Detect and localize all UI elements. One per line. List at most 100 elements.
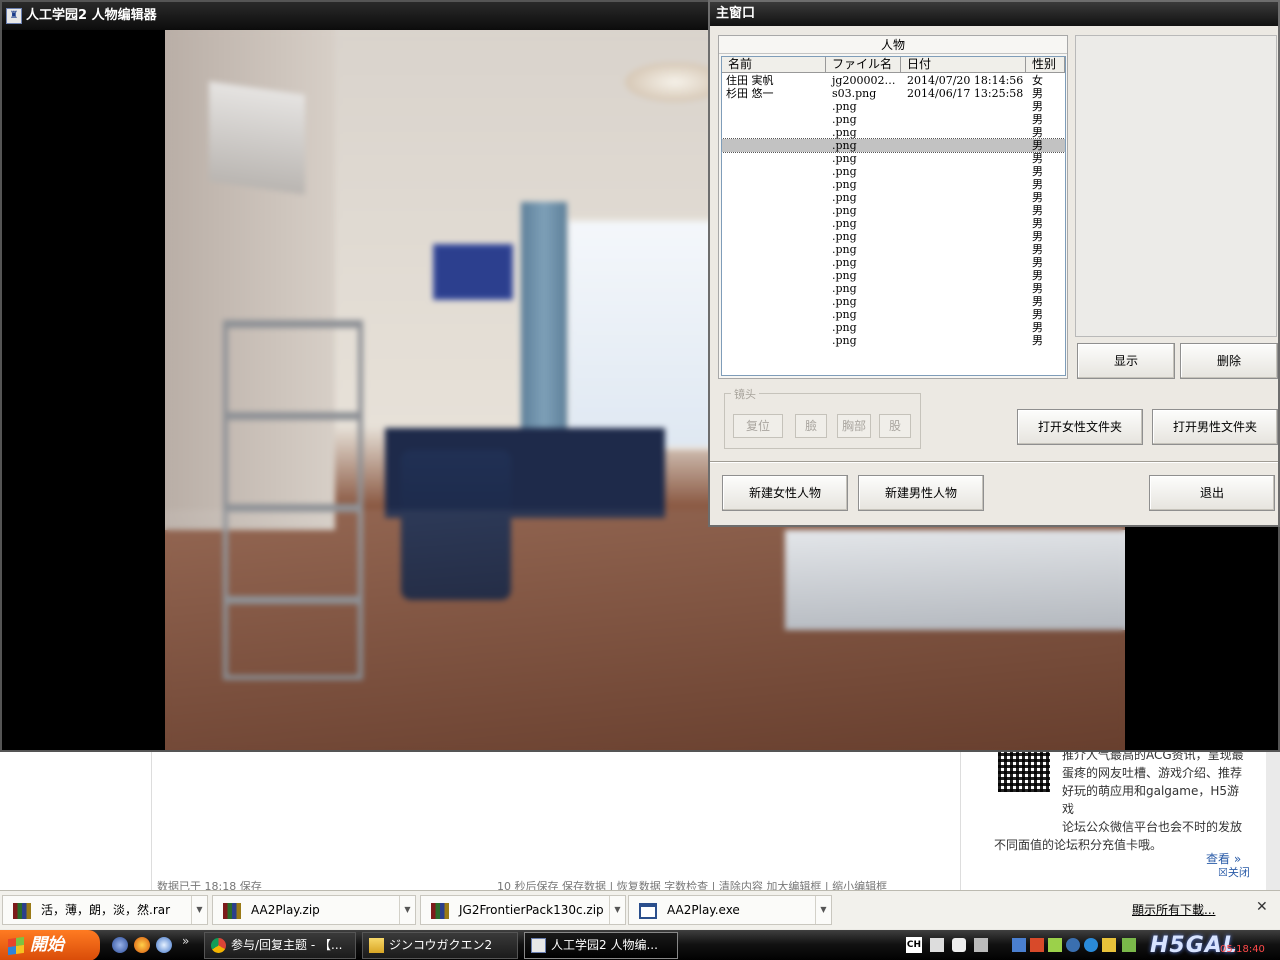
language-indicator[interactable]: CH <box>906 937 922 953</box>
taskbar-clock[interactable]: 05:18:40 <box>1220 944 1265 955</box>
table-row[interactable]: .png 男 <box>722 126 1065 139</box>
table-row[interactable]: .png 男 <box>722 152 1065 165</box>
page-scrollbar[interactable] <box>1266 750 1280 890</box>
camera-group: 镜头 复位 臉 胸部 股 <box>724 386 921 449</box>
cell-date <box>901 126 1026 139</box>
table-row[interactable]: .png 男 <box>722 308 1065 321</box>
cell-filename: .png <box>832 178 857 191</box>
show-button[interactable]: 显示 <box>1077 343 1175 379</box>
new-male-character-button[interactable]: 新建男性人物 <box>858 475 984 511</box>
download-item[interactable]: JG2FrontierPack130c.zip ▼ <box>420 895 626 925</box>
cell-filename: .png <box>832 230 857 243</box>
cell-date <box>901 295 1026 308</box>
cell-name <box>722 308 826 321</box>
table-row[interactable]: .png 男 <box>722 204 1065 217</box>
cell-filename: .png <box>832 139 857 152</box>
dialog-divider <box>710 461 1278 463</box>
download-item[interactable]: AA2Play.zip ▼ <box>212 895 416 925</box>
cell-name <box>722 139 826 152</box>
table-row[interactable]: .png 男 <box>722 178 1065 191</box>
rar-archive-icon <box>431 903 449 919</box>
quick-launch-more-icon[interactable]: » <box>182 934 189 948</box>
taskbar-item-browser[interactable]: 参与/回复主题 - 【... <box>204 932 356 959</box>
character-list[interactable]: 名前 ファイル名 日付 性别 住田 実帆 jg2000020... 2014/07/… <box>721 56 1066 376</box>
taskbar-item-folder[interactable]: ジンコウガクエン2 <box>362 932 518 959</box>
table-row[interactable]: 住田 実帆 jg2000020... 2014/07/20 18:14:56 女 <box>722 74 1065 87</box>
table-row[interactable]: .png 男 <box>722 295 1065 308</box>
table-row[interactable]: .png 男 <box>722 321 1065 334</box>
table-row[interactable]: .png 男 <box>722 243 1065 256</box>
camera-crotch-button[interactable]: 股 <box>879 414 911 438</box>
promo-line: 论坛公众微信平台也会不时的发放 <box>1062 820 1243 834</box>
table-row[interactable]: .png 男 <box>722 138 1065 153</box>
table-row[interactable]: .png 男 <box>722 165 1065 178</box>
keyboard-icon[interactable] <box>930 938 944 952</box>
network-icon[interactable] <box>1012 938 1026 952</box>
download-item[interactable]: AA2Play.exe ▼ <box>628 895 832 925</box>
taskbar-item-editor[interactable]: 人工学园2 人物编... <box>524 932 678 959</box>
cell-filename: .png <box>832 256 857 269</box>
tray-app-icon[interactable] <box>1048 938 1062 952</box>
table-row[interactable]: .png 男 <box>722 334 1065 347</box>
cell-sex: 男 <box>1032 204 1043 217</box>
table-row[interactable]: .png 男 <box>722 217 1065 230</box>
tray-app-icon[interactable] <box>1030 938 1044 952</box>
table-row[interactable]: .png 男 <box>722 256 1065 269</box>
bluetooth-icon[interactable] <box>1066 938 1080 952</box>
reply-editor[interactable]: 数据已于 18:18 保存 10 秒后保存 保存数据 | 恢复数据 字数检查 |… <box>153 750 961 890</box>
cell-name <box>722 256 826 269</box>
new-female-character-button[interactable]: 新建女性人物 <box>722 475 848 511</box>
cell-sex: 男 <box>1032 139 1043 152</box>
column-header-name[interactable]: 名前 <box>722 57 826 73</box>
page-left-column <box>0 750 152 890</box>
column-header-date[interactable]: 日付 <box>901 57 1026 73</box>
cell-date <box>901 217 1026 230</box>
table-row[interactable]: .png 男 <box>722 113 1065 126</box>
help-icon[interactable] <box>952 938 966 952</box>
ime-options-icon[interactable] <box>974 938 988 952</box>
chevron-down-icon[interactable]: ▼ <box>191 896 207 924</box>
delete-button[interactable]: 删除 <box>1180 343 1278 379</box>
firefox-icon[interactable] <box>134 937 150 953</box>
open-male-folder-button[interactable]: 打开男性文件夹 <box>1152 409 1278 445</box>
table-row[interactable]: .png 男 <box>722 100 1065 113</box>
chevron-down-icon[interactable]: ▼ <box>609 896 625 924</box>
cell-name <box>722 113 826 126</box>
windows-logo-icon <box>8 936 24 956</box>
cell-filename: .png <box>832 269 857 282</box>
table-row[interactable]: .png 男 <box>722 269 1065 282</box>
table-row[interactable]: .png 男 <box>722 282 1065 295</box>
table-row[interactable]: .png 男 <box>722 191 1065 204</box>
cell-name <box>722 230 826 243</box>
camera-reset-button[interactable]: 复位 <box>733 414 783 438</box>
cell-name <box>722 217 826 230</box>
folder-icon <box>369 938 384 953</box>
column-header-filename[interactable]: ファイル名 <box>826 57 901 73</box>
main-dialog-title-bar[interactable]: 主窗口 <box>710 2 1278 26</box>
open-female-folder-button[interactable]: 打开女性文件夹 <box>1017 409 1143 445</box>
camera-chest-button[interactable]: 胸部 <box>837 414 871 438</box>
table-row[interactable]: .png 男 <box>722 230 1065 243</box>
bottom-area: 活，薄，朗，淡，然.rar ▼ AA2Play.zip ▼ JG2Frontie… <box>0 890 1280 960</box>
download-item[interactable]: 活，薄，朗，淡，然.rar ▼ <box>2 895 208 925</box>
game-app-icon: ♜ <box>6 8 22 24</box>
nvidia-icon[interactable] <box>1122 938 1136 952</box>
cell-filename: .png <box>832 334 857 347</box>
tray-app-icon[interactable] <box>1102 938 1116 952</box>
column-header-sex[interactable]: 性别 <box>1026 57 1065 73</box>
start-button[interactable]: 開始 <box>0 930 100 960</box>
show-all-downloads-link[interactable]: 顯示所有下載... <box>1132 901 1215 918</box>
media-player-icon[interactable] <box>156 937 172 953</box>
editor-actions[interactable]: 10 秒后保存 保存数据 | 恢复数据 字数检查 | 清除内容 加大编辑框 | … <box>497 878 887 890</box>
chevron-down-icon[interactable]: ▼ <box>399 896 415 924</box>
table-row[interactable]: 杉田 悠一 s03.png 2014/06/17 13:25:58 男 <box>722 87 1065 100</box>
info-icon[interactable] <box>1084 938 1098 952</box>
start-label: 開始 <box>30 935 64 955</box>
camera-face-button[interactable]: 臉 <box>795 414 827 438</box>
cell-sex: 男 <box>1032 308 1043 321</box>
close-ad-link[interactable]: ☒关闭 <box>1218 864 1250 880</box>
close-icon[interactable]: ✕ <box>1256 899 1268 915</box>
maxthon-icon[interactable] <box>112 937 128 953</box>
exit-button[interactable]: 退出 <box>1149 475 1275 511</box>
chevron-down-icon[interactable]: ▼ <box>815 896 831 924</box>
